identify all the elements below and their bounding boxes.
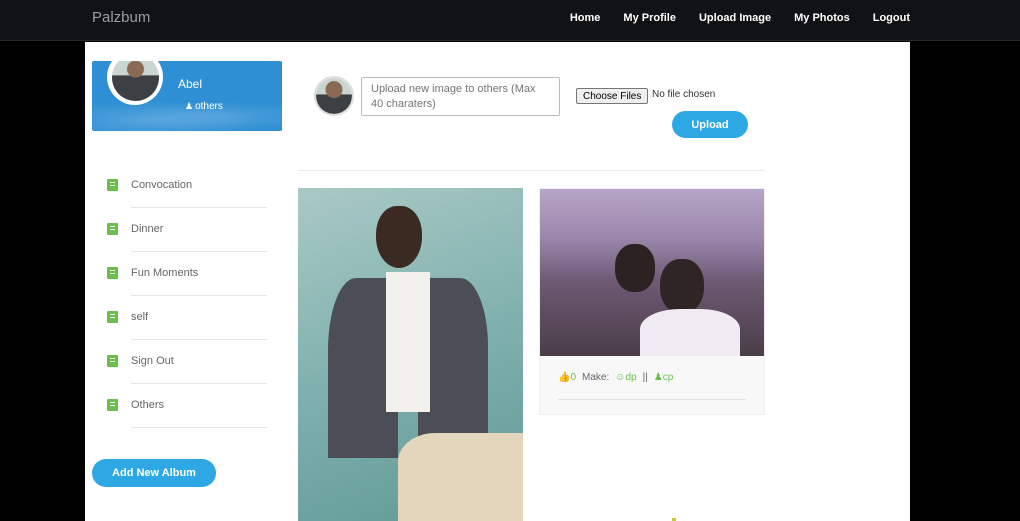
upload-button[interactable]: Upload xyxy=(672,111,748,138)
profile-group-label: others xyxy=(195,101,223,112)
nav-my-photos[interactable]: My Photos xyxy=(794,12,850,24)
cp-label: cp xyxy=(662,372,674,383)
book-icon xyxy=(107,223,118,235)
make-label: Make: xyxy=(582,372,610,383)
album-item-dinner[interactable]: Dinner xyxy=(107,208,267,252)
album-item-convocation[interactable]: Convocation xyxy=(107,164,267,208)
brand-logo[interactable]: Palzbum xyxy=(92,9,150,26)
card-divider xyxy=(558,399,746,400)
upload-avatar xyxy=(314,76,354,116)
user-icon: ♟ xyxy=(653,372,663,383)
profile-card: Abel ♟ others xyxy=(92,61,282,131)
main-page: Abel ♟ others Convocation Dinner Fun Mome… xyxy=(85,42,910,521)
photo-thumbnail[interactable] xyxy=(540,189,764,356)
book-icon xyxy=(107,355,118,367)
make-cp-link[interactable]: ♟cp xyxy=(654,372,674,383)
divider xyxy=(131,427,267,428)
album-item-label: Fun Moments xyxy=(131,267,199,279)
file-status: No file chosen xyxy=(652,89,716,100)
album-item-label: Sign Out xyxy=(131,355,174,367)
album-item-sign-out[interactable]: Sign Out xyxy=(107,340,267,384)
photo-shape xyxy=(398,433,523,521)
like-button[interactable]: 👍0 xyxy=(558,372,576,383)
profile-name: Abel xyxy=(178,77,203,91)
avatar-image xyxy=(111,61,159,101)
album-item-others[interactable]: Others xyxy=(107,384,267,428)
book-icon xyxy=(107,399,118,411)
dp-label: dp xyxy=(625,372,637,383)
separator: || xyxy=(642,372,648,383)
book-icon xyxy=(107,267,118,279)
nav-upload-image[interactable]: Upload Image xyxy=(699,12,771,24)
add-new-album-button[interactable]: Add New Album xyxy=(92,459,216,487)
album-item-self[interactable]: self xyxy=(107,296,267,340)
nav-my-profile[interactable]: My Profile xyxy=(623,12,676,24)
photo-shape xyxy=(386,272,430,412)
photo-shape xyxy=(660,259,704,313)
book-icon xyxy=(107,311,118,323)
photo-shape xyxy=(376,206,422,268)
album-item-label: self xyxy=(131,311,149,323)
section-divider xyxy=(298,170,765,171)
avatar-image xyxy=(316,78,352,114)
profile-group: ♟ others xyxy=(185,101,223,112)
photo-thumbnail[interactable] xyxy=(298,188,523,521)
like-count: 0 xyxy=(570,372,577,383)
caption-input[interactable] xyxy=(361,77,560,116)
photo-card: 👍0 Make: ☺dp || ♟cp xyxy=(539,188,765,415)
album-item-fun-moments[interactable]: Fun Moments xyxy=(107,252,267,296)
album-item-label: Others xyxy=(131,399,165,411)
choose-files-button[interactable]: Choose Files xyxy=(576,88,649,104)
nav-home[interactable]: Home xyxy=(570,12,601,24)
photo-actions: 👍0 Make: ☺dp || ♟cp xyxy=(558,372,673,383)
album-item-label: Dinner xyxy=(131,223,164,235)
navbar: Palzbum Home My Profile Upload Image My … xyxy=(0,0,1020,41)
photo-shape xyxy=(615,244,655,292)
album-item-label: Convocation xyxy=(131,179,193,191)
make-dp-link[interactable]: ☺dp xyxy=(615,372,636,383)
nav-logout[interactable]: Logout xyxy=(873,12,910,24)
user-circle-icon: ☺ xyxy=(615,372,626,383)
album-list: Convocation Dinner Fun Moments self Sign… xyxy=(107,164,267,428)
photo-shape xyxy=(640,309,740,356)
book-icon xyxy=(107,179,118,191)
user-add-icon: ♟ xyxy=(185,101,194,111)
nav-links: Home My Profile Upload Image My Photos L… xyxy=(570,12,910,24)
thumbs-up-icon: 👍 xyxy=(558,372,571,383)
